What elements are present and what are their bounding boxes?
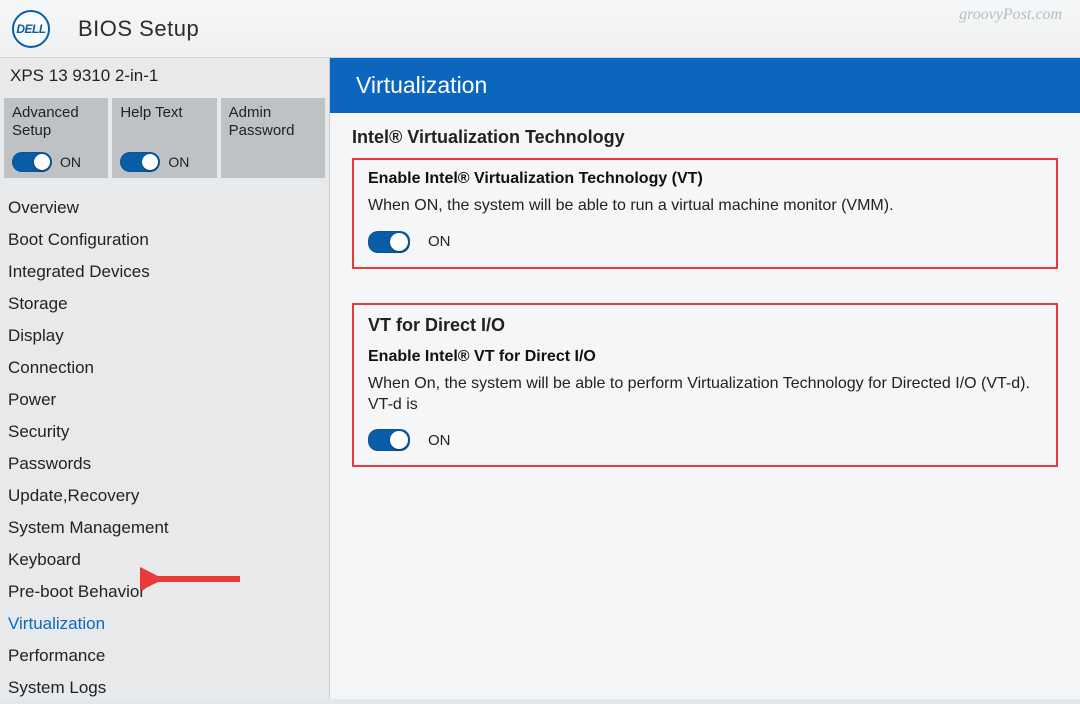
nav-item-keyboard[interactable]: Keyboard [4, 544, 325, 576]
app-title: BIOS Setup [78, 16, 199, 42]
nav-list: Overview Boot Configuration Integrated D… [4, 192, 325, 704]
switch-state: ON [60, 154, 81, 170]
nav-item-passwords[interactable]: Passwords [4, 448, 325, 480]
setting-desc-vt: When ON, the system will be able to run … [368, 196, 1042, 217]
nav-item-pre-boot-behavior[interactable]: Pre-boot Behavior [4, 576, 325, 608]
nav-item-integrated-devices[interactable]: Integrated Devices [4, 256, 325, 288]
nav-item-system-logs[interactable]: System Logs [4, 672, 325, 704]
group-title-vt: Intel® Virtualization Technology [352, 127, 1058, 148]
nav-item-boot-configuration[interactable]: Boot Configuration [4, 224, 325, 256]
setting-box-vt: Enable Intel® Virtualization Technology … [352, 158, 1058, 269]
setting-name-vt: Enable Intel® Virtualization Technology … [368, 170, 1042, 188]
nav-item-system-management[interactable]: System Management [4, 512, 325, 544]
toggle-label: Help Text [120, 104, 208, 122]
sidebar: XPS 13 9310 2-in-1 Advanced Setup ON Hel… [0, 58, 330, 699]
nav-item-display[interactable]: Display [4, 320, 325, 352]
section-title: Virtualization [330, 58, 1080, 113]
switch-icon[interactable] [12, 152, 52, 172]
main-panel: Virtualization Intel® Virtualization Tec… [330, 58, 1080, 699]
toggle-label: Advanced Setup [12, 104, 100, 140]
nav-item-performance[interactable]: Performance [4, 640, 325, 672]
group-title-vtd: VT for Direct I/O [368, 315, 1042, 336]
switch-vtd-state: ON [428, 432, 451, 449]
device-model: XPS 13 9310 2-in-1 [4, 58, 325, 94]
switch-vt[interactable] [368, 231, 410, 253]
nav-item-virtualization[interactable]: Virtualization [4, 608, 325, 640]
toggle-help-text[interactable]: Help Text ON [112, 98, 216, 178]
dell-logo-icon: DELL [12, 10, 50, 48]
nav-item-power[interactable]: Power [4, 384, 325, 416]
switch-vt-state: ON [428, 233, 451, 250]
nav-item-overview[interactable]: Overview [4, 192, 325, 224]
switch-state: ON [168, 154, 189, 170]
switch-vtd[interactable] [368, 429, 410, 451]
watermark: groovyPost.com [959, 6, 1062, 24]
toggle-admin-password[interactable]: Admin Password [221, 98, 325, 178]
nav-item-connection[interactable]: Connection [4, 352, 325, 384]
nav-item-update-recovery[interactable]: Update,Recovery [4, 480, 325, 512]
setting-box-vtd: VT for Direct I/O Enable Intel® VT for D… [352, 303, 1058, 468]
setting-name-vtd: Enable Intel® VT for Direct I/O [368, 348, 1042, 366]
nav-item-security[interactable]: Security [4, 416, 325, 448]
toggle-advanced-setup[interactable]: Advanced Setup ON [4, 98, 108, 178]
sidebar-toggle-row: Advanced Setup ON Help Text ON Admin Pas… [4, 98, 325, 178]
header: DELL BIOS Setup [0, 0, 1080, 58]
switch-icon[interactable] [120, 152, 160, 172]
nav-item-storage[interactable]: Storage [4, 288, 325, 320]
setting-desc-vtd: When On, the system will be able to perf… [368, 374, 1042, 416]
toggle-label: Admin Password [229, 104, 317, 140]
